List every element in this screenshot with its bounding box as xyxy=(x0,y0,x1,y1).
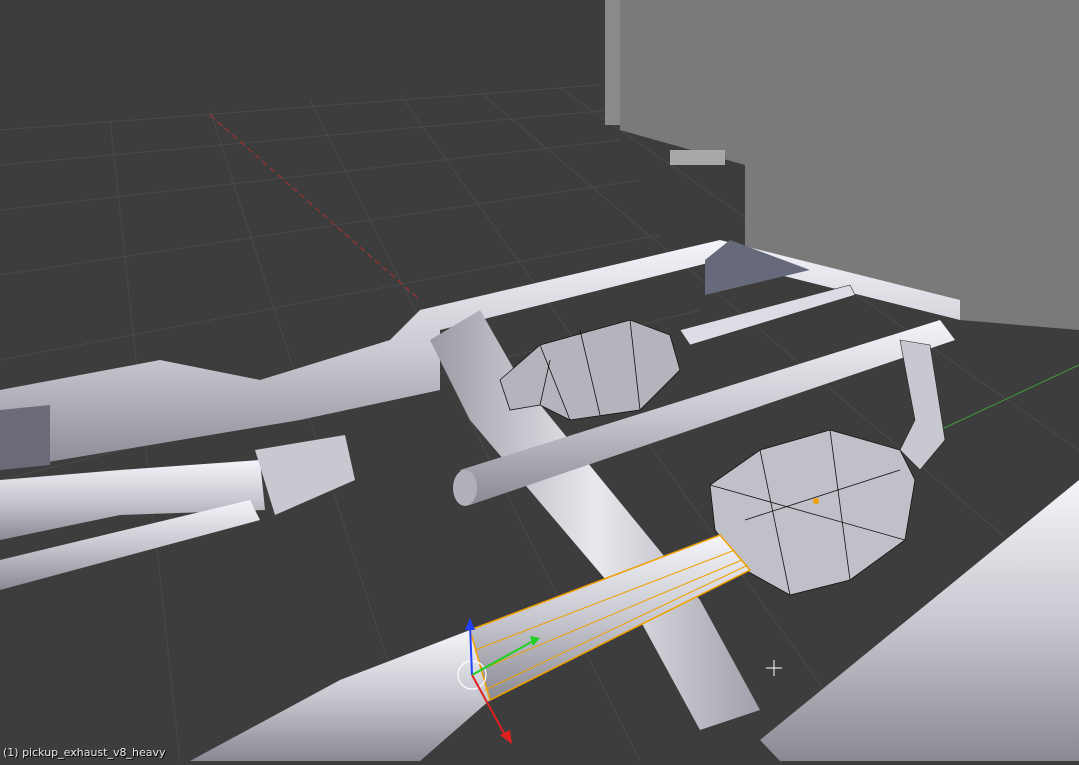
scene xyxy=(0,0,1079,762)
3d-cursor-icon xyxy=(766,660,782,676)
3d-viewport[interactable]: (1) pickup_exhaust_v8_heavy xyxy=(0,0,1079,762)
catalytic-converter-back xyxy=(499,319,681,421)
active-object-label: (1) pickup_exhaust_v8_heavy xyxy=(3,746,166,759)
y-axis-line xyxy=(939,364,1079,431)
